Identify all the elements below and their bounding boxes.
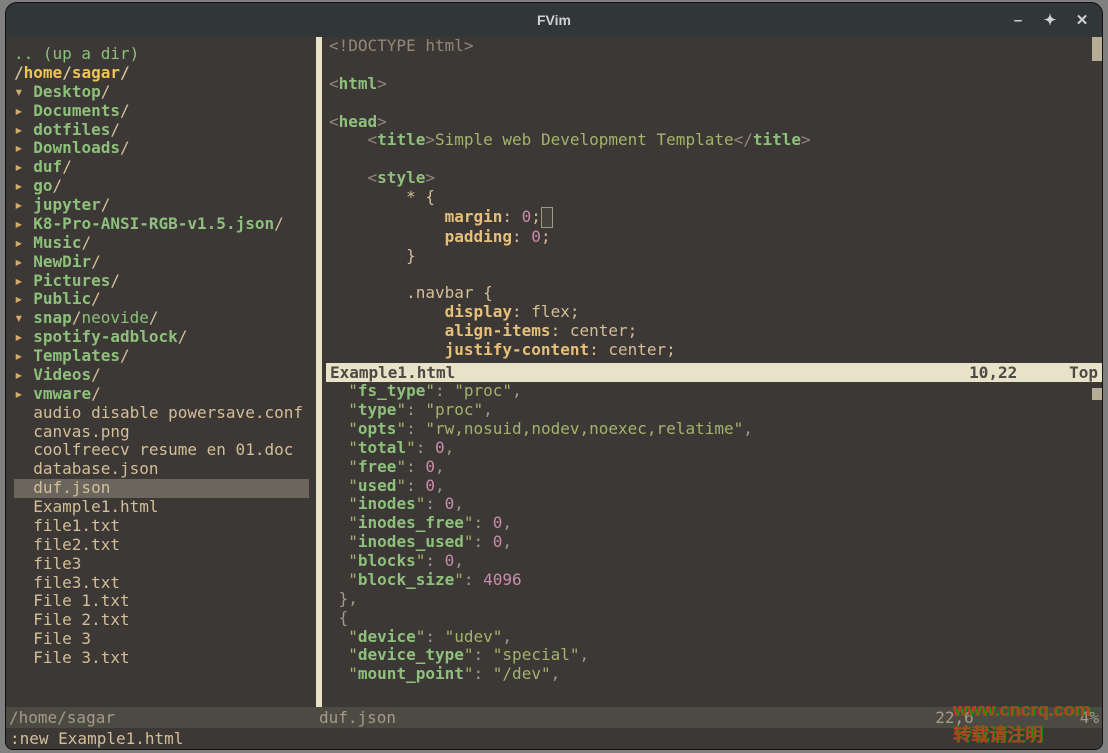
tree-dir[interactable]: ▸ Music/ bbox=[14, 233, 91, 252]
editor-body: .. (up a dir) /home/sagar/ ▾ Desktop/ ▸ … bbox=[6, 37, 1102, 707]
tree-file[interactable]: canvas.png bbox=[14, 422, 130, 441]
tree-dir[interactable]: ▸ Templates/ bbox=[14, 346, 130, 365]
app-window: FVim – ✦ ✕ .. (up a dir) /home/sagar/ ▾ … bbox=[5, 2, 1103, 750]
global-statusline: /home/sagar duf.json 22,6 4% bbox=[6, 707, 1102, 728]
tree-file[interactable]: File 1.txt bbox=[14, 591, 130, 610]
titlebar[interactable]: FVim – ✦ ✕ bbox=[6, 3, 1102, 37]
close-button[interactable]: ✕ bbox=[1068, 8, 1096, 32]
tree-file[interactable]: coolfreecv resume en 01.doc bbox=[14, 440, 293, 459]
tree-dir[interactable]: ▸ duf/ bbox=[14, 157, 72, 176]
tree-file[interactable]: File 3 bbox=[14, 629, 91, 648]
tree-file[interactable]: database.json bbox=[14, 459, 159, 478]
tree-dir[interactable]: ▸ vmware/ bbox=[14, 384, 101, 403]
tree-file[interactable]: Example1.html bbox=[14, 497, 159, 516]
minimize-button[interactable]: – bbox=[1004, 8, 1032, 32]
status-cwd: /home/sagar bbox=[9, 708, 319, 727]
bottom-editor-pane[interactable]: "fs_type": "proc", "type": "proc", "opts… bbox=[326, 382, 1102, 741]
tree-dir[interactable]: ▸ Pictures/ bbox=[14, 271, 120, 290]
tree-file[interactable]: file1.txt bbox=[14, 516, 120, 535]
maximize-button[interactable]: ✦ bbox=[1036, 8, 1064, 32]
tree-file[interactable]: file3.txt bbox=[14, 573, 120, 592]
status-filename: duf.json bbox=[319, 708, 929, 727]
tree-dir[interactable]: ▸ dotfiles/ bbox=[14, 120, 120, 139]
status-scroll: Top bbox=[1069, 363, 1098, 382]
tree-dir[interactable]: ▸ go/ bbox=[14, 176, 62, 195]
tree-file[interactable]: file2.txt bbox=[14, 535, 120, 554]
watermark: www.cncrq.com 转载请注明 bbox=[953, 700, 1090, 747]
tree-file[interactable]: File 3.txt bbox=[14, 648, 130, 667]
cwd-path[interactable]: /home/sagar/ bbox=[14, 63, 130, 82]
tree-dir[interactable]: ▸ K8-Pro-ANSI-RGB-v1.5.json/ bbox=[14, 214, 284, 233]
scrollbar[interactable] bbox=[1092, 382, 1102, 741]
window-title: FVim bbox=[537, 12, 571, 28]
top-editor-pane[interactable]: <!DOCTYPE html> <html> <head> <title>Sim… bbox=[326, 37, 1102, 363]
tree-file[interactable]: file3 bbox=[14, 554, 81, 573]
tree-dir[interactable]: ▸ Videos/ bbox=[14, 365, 101, 384]
tree-file[interactable]: audio disable powersave.conf bbox=[14, 403, 303, 422]
command-line[interactable]: :new Example1.html bbox=[6, 728, 1102, 749]
tree-dir[interactable]: ▸ NewDir/ bbox=[14, 252, 101, 271]
tree-dir[interactable]: ▸ Public/ bbox=[14, 289, 101, 308]
file-tree[interactable]: .. (up a dir) /home/sagar/ ▾ Desktop/ ▸ … bbox=[6, 37, 316, 707]
tree-dir[interactable]: ▾ Desktop/ bbox=[14, 82, 110, 101]
tree-dir[interactable]: ▾ snap/neovide/ bbox=[14, 308, 159, 327]
status-pos: 10,22 bbox=[969, 363, 1069, 382]
tree-file[interactable]: duf.json bbox=[14, 479, 309, 498]
status-file: Example1.html bbox=[330, 363, 969, 382]
tree-dir[interactable]: ▸ Documents/ bbox=[14, 101, 130, 120]
scrollbar[interactable] bbox=[1092, 37, 1102, 363]
editor-column: <!DOCTYPE html> <html> <head> <title>Sim… bbox=[326, 37, 1102, 707]
updir[interactable]: .. (up a dir) bbox=[14, 44, 139, 63]
tree-dir[interactable]: ▸ jupyter/ bbox=[14, 195, 110, 214]
tree-file[interactable]: File 2.txt bbox=[14, 610, 130, 629]
tree-dir[interactable]: ▸ spotify-adblock/ bbox=[14, 327, 187, 346]
pane-statusbar: Example1.html 10,22 Top bbox=[326, 363, 1102, 382]
tree-dir[interactable]: ▸ Downloads/ bbox=[14, 138, 130, 157]
window-controls: – ✦ ✕ bbox=[1004, 8, 1096, 32]
